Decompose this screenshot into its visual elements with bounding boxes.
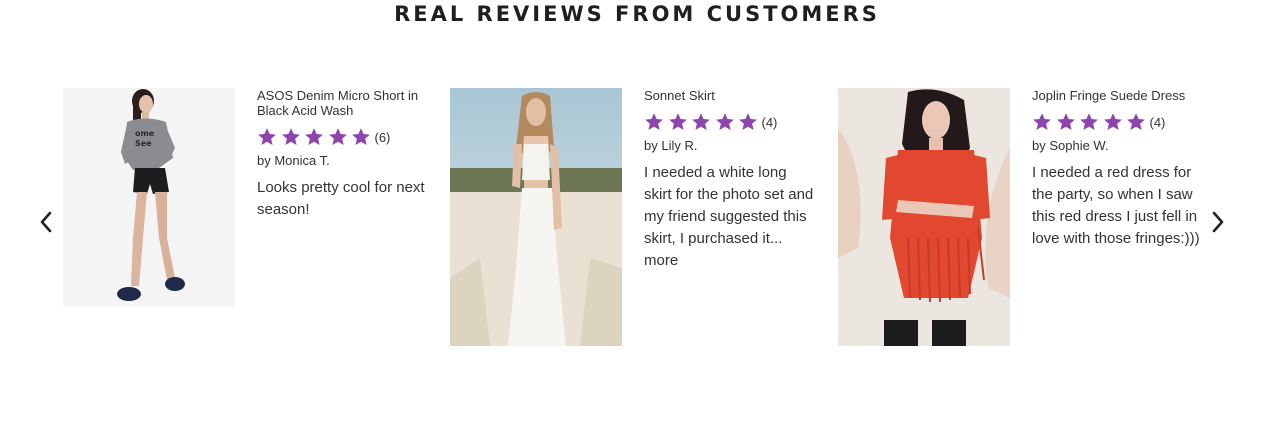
star-icon xyxy=(304,127,324,147)
star-icon xyxy=(1126,112,1146,132)
review-text: I needed a white long skirt for the phot… xyxy=(644,162,816,272)
product-image[interactable] xyxy=(450,88,622,346)
product-image[interactable] xyxy=(838,88,1010,346)
product-name-link[interactable]: Joplin Fringe Suede Dress xyxy=(1032,88,1204,103)
review-author: by Lily R. xyxy=(644,138,698,153)
star-icon xyxy=(257,127,277,147)
product-image[interactable]: ome See xyxy=(63,88,235,307)
product-name-link[interactable]: Sonnet Skirt xyxy=(644,88,816,103)
star-icon xyxy=(668,112,688,132)
review-text-body: Looks pretty cool for next season! xyxy=(257,179,425,218)
svg-text:See: See xyxy=(135,139,152,148)
star-icon xyxy=(738,112,758,132)
star-icon xyxy=(1103,112,1123,132)
star-icon xyxy=(1032,112,1052,132)
review-author: by Sophie W. xyxy=(1032,138,1109,153)
review-content: Joplin Fringe Suede Dress (4) by Sophie … xyxy=(1032,88,1204,250)
review-content: ASOS Denim Micro Short in Black Acid Was… xyxy=(257,88,429,221)
star-icon xyxy=(281,127,301,147)
review-count: (6) xyxy=(374,129,391,145)
star-icon xyxy=(351,127,371,147)
star-rating xyxy=(644,112,762,132)
carousel-prev-button[interactable] xyxy=(34,208,58,236)
chevron-right-icon xyxy=(1212,211,1224,233)
star-icon xyxy=(328,127,348,147)
review-text-body: I needed a red dress for the party, so w… xyxy=(1032,164,1200,247)
read-more-link[interactable]: more xyxy=(644,252,678,269)
review-text-body: I needed a white long skirt for the phot… xyxy=(644,164,814,247)
carousel-next-button[interactable] xyxy=(1206,208,1230,236)
star-rating xyxy=(257,127,375,147)
star-icon xyxy=(715,112,735,132)
star-icon xyxy=(1056,112,1076,132)
review-text: Looks pretty cool for next season! xyxy=(257,177,429,221)
star-icon xyxy=(691,112,711,132)
section-title: REAL REVIEWS FROM CUSTOMERS xyxy=(394,2,880,26)
star-icon xyxy=(644,112,664,132)
star-icon xyxy=(1079,112,1099,132)
product-name-link[interactable]: ASOS Denim Micro Short in Black Acid Was… xyxy=(257,88,429,118)
svg-text:ome: ome xyxy=(135,129,155,138)
rating-row: (4) xyxy=(1032,112,1204,132)
rating-row: (4) xyxy=(644,112,816,132)
chevron-left-icon xyxy=(40,211,52,233)
review-text: I needed a red dress for the party, so w… xyxy=(1032,162,1204,250)
review-content: Sonnet Skirt (4) by Lily R. I needed a w… xyxy=(644,88,816,272)
star-rating xyxy=(1032,112,1150,132)
review-count: (4) xyxy=(1149,114,1166,130)
review-author: by Monica T. xyxy=(257,153,330,168)
review-count: (4) xyxy=(761,114,778,130)
rating-row: (6) xyxy=(257,127,429,147)
